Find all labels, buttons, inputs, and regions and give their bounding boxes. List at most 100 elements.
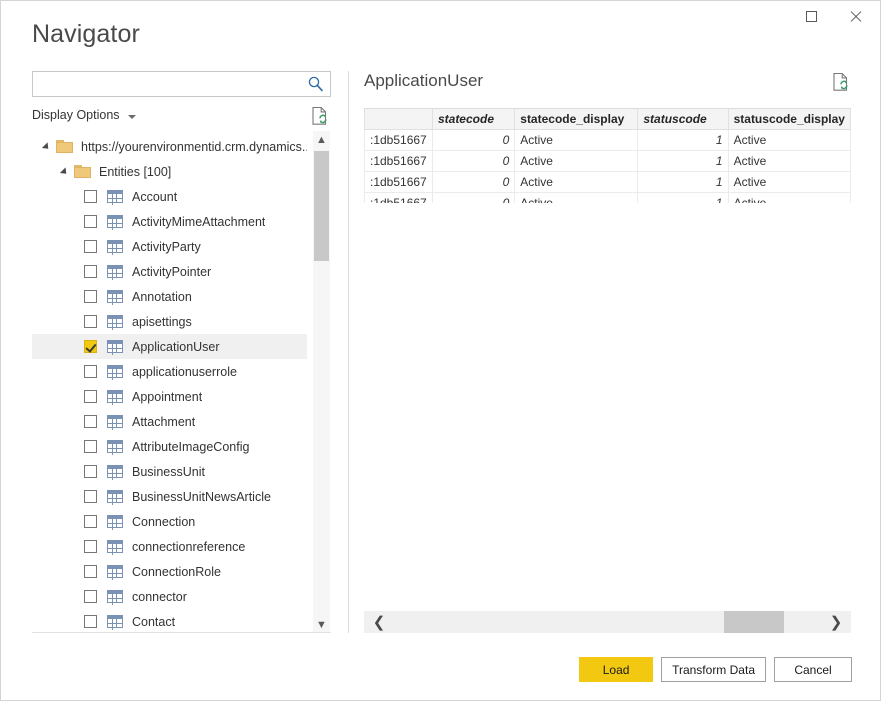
display-options-button[interactable]: Display Options: [32, 108, 120, 122]
preview-panel: ApplicationUser statecode statecode_displ…: [364, 71, 851, 633]
table-row[interactable]: :1db51667 0 Active 1 Active: [364, 150, 851, 172]
checkbox[interactable]: [84, 540, 97, 553]
checkbox[interactable]: [84, 290, 97, 303]
checkbox[interactable]: [84, 565, 97, 578]
cell-rowkey: :1db51667: [364, 171, 433, 193]
checkbox[interactable]: [84, 190, 97, 203]
tree-item-businessunit[interactable]: BusinessUnit: [32, 459, 307, 484]
table-icon: [107, 190, 123, 203]
checkbox[interactable]: [84, 240, 97, 253]
chevron-down-icon[interactable]: [128, 115, 136, 119]
tree-item-label: Annotation: [132, 289, 192, 304]
tree-item-activityparty[interactable]: ActivityParty: [32, 234, 307, 259]
table-row[interactable]: :1db51667 0 Active 1 Active: [364, 192, 851, 203]
tree-item-attachment[interactable]: Attachment: [32, 409, 307, 434]
tree-item-businessunitnewsarticle[interactable]: BusinessUnitNewsArticle: [32, 484, 307, 509]
column-header-rowkey[interactable]: [364, 108, 433, 130]
checkbox[interactable]: [84, 215, 97, 228]
tree-item-connectionrole[interactable]: ConnectionRole: [32, 559, 307, 584]
column-header-statuscode[interactable]: statuscode: [637, 108, 729, 130]
page-title: Navigator: [32, 20, 140, 48]
tree-item-connectionreference[interactable]: connectionreference: [32, 534, 307, 559]
table-icon: [107, 490, 123, 503]
tree-vertical-scrollbar[interactable]: ▲ ▼: [313, 131, 330, 632]
cell-statuscode_display: Active: [727, 192, 851, 203]
scrollbar-thumb[interactable]: [314, 151, 329, 261]
tree-item-label: ActivityPointer: [132, 264, 212, 279]
entity-tree-panel: https://yourenvironmentid.crm.dynamics..…: [32, 131, 331, 633]
checkbox[interactable]: [84, 615, 97, 628]
tree-item-apisettings[interactable]: apisettings: [32, 309, 307, 334]
chevron-up-icon[interactable]: ▲: [313, 131, 330, 148]
display-options-row: Display Options: [32, 106, 331, 128]
title-bar: Navigator: [1, 1, 880, 63]
tree-item-label: applicationuserrole: [132, 364, 237, 379]
table-row[interactable]: :1db51667 0 Active 1 Active: [364, 129, 851, 151]
tree-item-applicationuser[interactable]: ApplicationUser: [32, 334, 307, 359]
cell-statuscode: 1: [637, 192, 729, 203]
expand-collapse-icon[interactable]: [60, 159, 74, 184]
cell-statecode: 0: [431, 192, 516, 203]
cancel-button[interactable]: Cancel: [774, 657, 852, 682]
tree-item-appointment[interactable]: Appointment: [32, 384, 307, 409]
tree-item-https-yourenvironmentid-crm-dynamics[interactable]: https://yourenvironmentid.crm.dynamics..…: [32, 134, 307, 159]
maximize-button[interactable]: [789, 1, 834, 31]
scrollbar-thumb[interactable]: [724, 611, 784, 633]
tree-item-account[interactable]: Account: [32, 184, 307, 209]
tree-item-label: ApplicationUser: [132, 339, 220, 354]
tree-item-activitypointer[interactable]: ActivityPointer: [32, 259, 307, 284]
cell-statecode_display: Active: [514, 150, 639, 172]
column-header-statecode_display[interactable]: statecode_display: [514, 108, 639, 130]
checkbox[interactable]: [84, 315, 97, 328]
column-header-statecode[interactable]: statecode: [431, 108, 516, 130]
tree-item-label: BusinessUnitNewsArticle: [132, 489, 271, 504]
close-button[interactable]: [833, 1, 878, 31]
table-icon: [107, 440, 123, 453]
preview-table: statecode statecode_display statuscode stat…: [364, 108, 851, 203]
tree-item-applicationuserrole[interactable]: applicationuserrole: [32, 359, 307, 384]
table-icon: [107, 540, 123, 553]
checkbox[interactable]: [84, 440, 97, 453]
preview-horizontal-scrollbar[interactable]: ❮ ❯: [364, 611, 851, 633]
checkbox[interactable]: [84, 490, 97, 503]
tree-item-label: Appointment: [132, 389, 203, 404]
refresh-preview-icon[interactable]: [832, 72, 850, 92]
table-row[interactable]: :1db51667 0 Active 1 Active: [364, 171, 851, 193]
tree-item-connection[interactable]: Connection: [32, 509, 307, 534]
checkbox[interactable]: [84, 340, 97, 353]
table-icon: [107, 390, 123, 403]
expand-collapse-icon[interactable]: [42, 134, 56, 159]
checkbox[interactable]: [84, 515, 97, 528]
load-button[interactable]: Load: [579, 657, 654, 682]
transform-data-button[interactable]: Transform Data: [661, 657, 766, 682]
checkbox[interactable]: [84, 590, 97, 603]
cell-statuscode_display: Active: [727, 171, 851, 193]
preview-header: ApplicationUser: [364, 71, 851, 101]
checkbox[interactable]: [84, 465, 97, 478]
checkbox[interactable]: [84, 390, 97, 403]
tree-item-connector[interactable]: connector: [32, 584, 307, 609]
preview-table-head: statecode statecode_display statuscode stat…: [364, 108, 851, 130]
tree-item-annotation[interactable]: Annotation: [32, 284, 307, 309]
cell-statecode: 0: [431, 171, 516, 193]
checkbox[interactable]: [84, 265, 97, 278]
cell-statecode_display: Active: [514, 192, 639, 203]
tree-item-label: Connection: [132, 514, 196, 529]
cell-statuscode: 1: [637, 171, 729, 193]
chevron-left-icon[interactable]: ❮: [364, 611, 394, 633]
column-header-statuscode_display[interactable]: statuscode_display: [727, 108, 851, 130]
search-input[interactable]: [32, 71, 331, 97]
tree-item-label: ActivityParty: [132, 239, 201, 254]
tree-item-contact[interactable]: Contact: [32, 609, 307, 632]
tree-item-entities-100[interactable]: Entities [100]: [32, 159, 307, 184]
panel-divider: [348, 71, 349, 633]
chevron-right-icon[interactable]: ❯: [821, 611, 851, 633]
checkbox[interactable]: [84, 415, 97, 428]
chevron-down-icon[interactable]: ▼: [313, 616, 330, 632]
checkbox[interactable]: [84, 365, 97, 378]
refresh-preview-icon[interactable]: [311, 106, 329, 126]
table-icon: [107, 615, 123, 628]
preview-table-container: statecode statecode_display statuscode stat…: [364, 108, 851, 203]
tree-item-activitymimeattachment[interactable]: ActivityMimeAttachment: [32, 209, 307, 234]
tree-item-attributeimageconfig[interactable]: AttributeImageConfig: [32, 434, 307, 459]
